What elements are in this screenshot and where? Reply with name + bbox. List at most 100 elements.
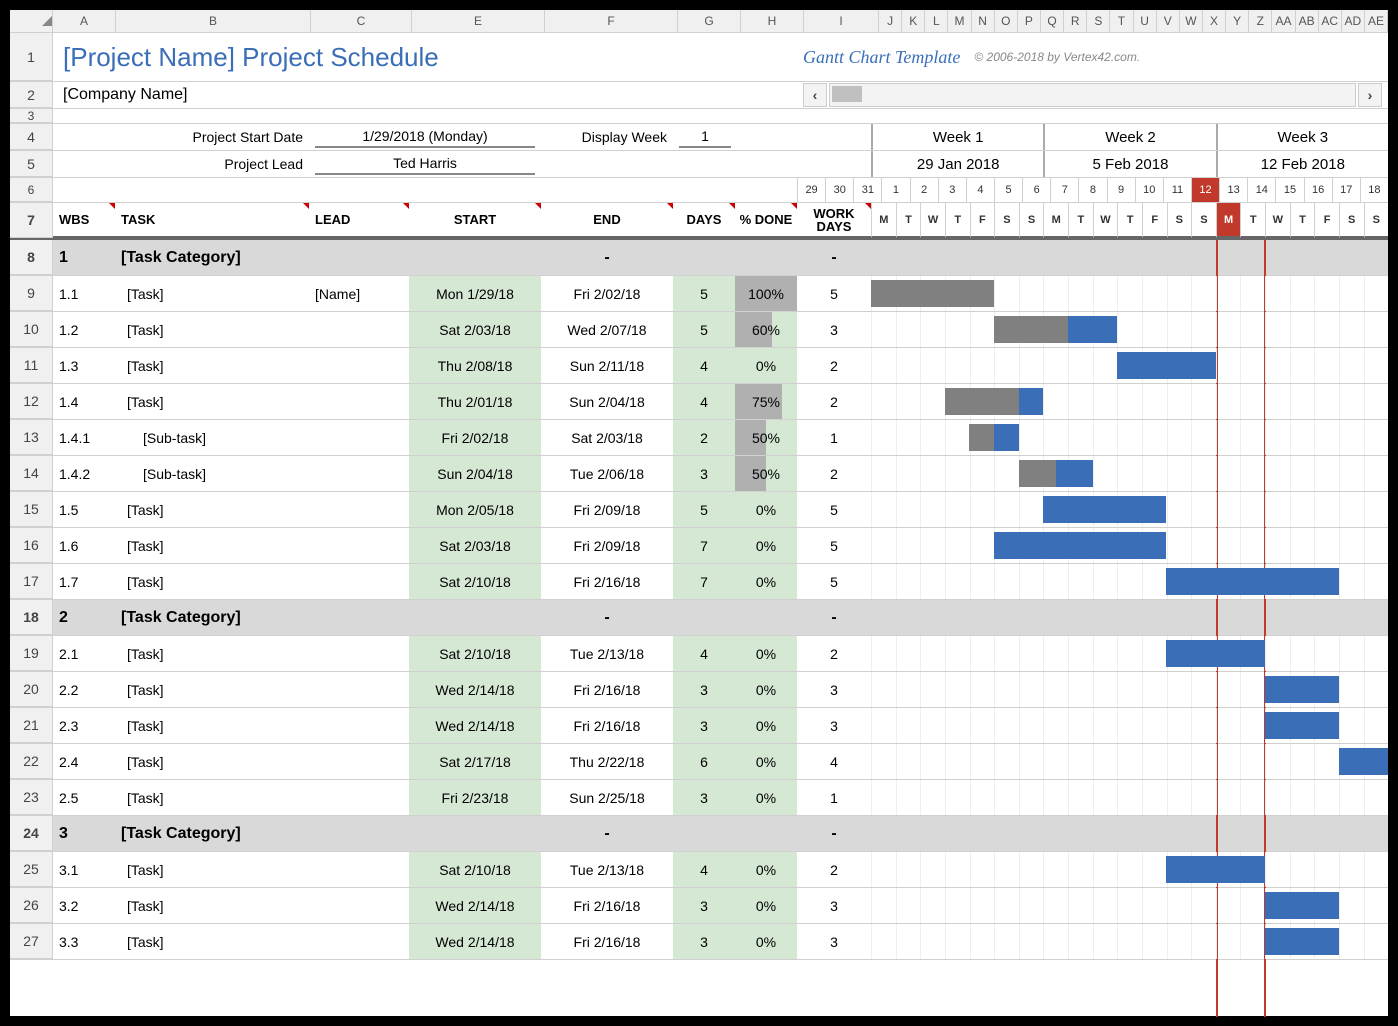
start-date-cell[interactable]: Sat 2/03/18 xyxy=(409,528,541,563)
col-header[interactable]: J xyxy=(879,10,902,32)
days-cell[interactable]: 5 xyxy=(673,492,735,527)
days-cell[interactable]: 3 xyxy=(673,888,735,923)
col-header[interactable]: X xyxy=(1203,10,1226,32)
days-cell[interactable]: 2 xyxy=(673,420,735,455)
project-lead-input[interactable] xyxy=(315,153,535,175)
row-header[interactable]: 12 xyxy=(10,384,53,419)
days-cell[interactable]: 3 xyxy=(673,780,735,815)
lead-cell[interactable] xyxy=(309,312,409,347)
gantt-bar[interactable] xyxy=(969,424,1018,451)
lead-cell[interactable] xyxy=(309,888,409,923)
task-name-cell[interactable]: [Task] xyxy=(115,744,309,779)
days-cell[interactable]: 3 xyxy=(673,456,735,491)
row-header[interactable]: 25 xyxy=(10,852,53,887)
col-header[interactable]: U xyxy=(1134,10,1157,32)
wbs-cell[interactable]: 1.1 xyxy=(53,276,115,311)
pct-done-cell[interactable]: 0% xyxy=(735,852,797,887)
gantt-bar[interactable] xyxy=(1117,352,1215,379)
end-date-cell[interactable]: Sun 2/11/18 xyxy=(541,348,673,383)
pct-done-cell[interactable]: 0% xyxy=(735,888,797,923)
workdays-cell[interactable]: 3 xyxy=(797,672,871,707)
pct-done-cell[interactable]: 0% xyxy=(735,492,797,527)
row-header[interactable]: 16 xyxy=(10,528,53,563)
lead-cell[interactable] xyxy=(309,564,409,599)
col-header[interactable]: R xyxy=(1064,10,1087,32)
task-name-cell[interactable]: [Sub-task] xyxy=(115,456,309,491)
col-header[interactable]: L xyxy=(925,10,948,32)
col-header[interactable]: AA xyxy=(1272,10,1295,32)
wbs-cell[interactable]: 1.4 xyxy=(53,384,115,419)
hdr-pct[interactable]: % DONE xyxy=(735,203,797,238)
lead-cell[interactable] xyxy=(309,456,409,491)
lead-cell[interactable]: [Name] xyxy=(309,276,409,311)
task-name-cell[interactable]: [Task] xyxy=(115,384,309,419)
hdr-end[interactable]: END xyxy=(541,203,673,238)
days-cell[interactable]: 4 xyxy=(673,636,735,671)
end-date-cell[interactable]: Sun 2/25/18 xyxy=(541,780,673,815)
row-header[interactable]: 27 xyxy=(10,924,53,959)
wbs-cell[interactable]: 1.4.1 xyxy=(53,420,115,455)
workdays-cell[interactable]: 5 xyxy=(797,276,871,311)
wbs-cell[interactable]: 2.4 xyxy=(53,744,115,779)
start-date-cell[interactable]: Wed 2/14/18 xyxy=(409,924,541,959)
row-header[interactable]: 4 xyxy=(10,124,53,150)
display-week-input[interactable] xyxy=(679,126,731,148)
days-cell[interactable]: 4 xyxy=(673,384,735,419)
pct-done-cell[interactable]: 75% xyxy=(735,384,797,419)
col-header[interactable]: T xyxy=(1110,10,1133,32)
row-header[interactable]: 26 xyxy=(10,888,53,923)
col-header[interactable]: C xyxy=(311,10,412,32)
start-date-cell[interactable]: Mon 2/05/18 xyxy=(409,492,541,527)
lead-cell[interactable] xyxy=(309,852,409,887)
workdays-cell[interactable]: 4 xyxy=(797,744,871,779)
pct-done-cell[interactable]: 0% xyxy=(735,348,797,383)
pct-done-cell[interactable]: 60% xyxy=(735,312,797,347)
row-header[interactable]: 14 xyxy=(10,456,53,491)
wbs-cell[interactable]: 2.1 xyxy=(53,636,115,671)
wbs-cell[interactable]: 3.2 xyxy=(53,888,115,923)
end-date-cell[interactable]: Fri 2/09/18 xyxy=(541,528,673,563)
start-date-cell[interactable]: Fri 2/23/18 xyxy=(409,780,541,815)
days-cell[interactable]: 6 xyxy=(673,744,735,779)
row-header[interactable]: 23 xyxy=(10,780,53,815)
wbs-cell[interactable]: 2.2 xyxy=(53,672,115,707)
end-date-cell[interactable]: Tue 2/13/18 xyxy=(541,852,673,887)
col-header[interactable]: AB xyxy=(1296,10,1319,32)
end-date-cell[interactable]: Fri 2/16/18 xyxy=(541,564,673,599)
scroll-track[interactable] xyxy=(829,83,1356,107)
task-name-cell[interactable]: [Task] xyxy=(115,852,309,887)
gantt-bar[interactable] xyxy=(945,388,1043,415)
workdays-cell[interactable]: 3 xyxy=(797,708,871,743)
row-header[interactable]: 3 xyxy=(10,109,53,123)
gantt-bar[interactable] xyxy=(1265,928,1339,955)
pct-done-cell[interactable]: 0% xyxy=(735,744,797,779)
pct-done-cell[interactable]: 50% xyxy=(735,456,797,491)
wbs-cell[interactable]: 1.2 xyxy=(53,312,115,347)
row-header[interactable]: 13 xyxy=(10,420,53,455)
col-header[interactable]: S xyxy=(1087,10,1110,32)
row-header[interactable]: 11 xyxy=(10,348,53,383)
lead-cell[interactable] xyxy=(309,708,409,743)
workdays-cell[interactable]: 2 xyxy=(797,852,871,887)
col-header[interactable]: Z xyxy=(1249,10,1272,32)
end-date-cell[interactable]: Wed 2/07/18 xyxy=(541,312,673,347)
row-header[interactable]: 17 xyxy=(10,564,53,599)
pct-done-cell[interactable]: 100% xyxy=(735,276,797,311)
row-header[interactable]: 15 xyxy=(10,492,53,527)
days-cell[interactable]: 7 xyxy=(673,564,735,599)
start-date-cell[interactable]: Wed 2/14/18 xyxy=(409,708,541,743)
col-header[interactable]: Y xyxy=(1226,10,1249,32)
end-cell[interactable]: - xyxy=(541,600,673,635)
task-category-cell[interactable]: [Task Category] xyxy=(115,816,309,851)
pct-done-cell[interactable]: 0% xyxy=(735,528,797,563)
workdays-cell[interactable]: - xyxy=(797,600,871,635)
days-cell[interactable]: 4 xyxy=(673,852,735,887)
pct-done-cell[interactable]: 0% xyxy=(735,636,797,671)
workdays-cell[interactable]: 5 xyxy=(797,492,871,527)
task-name-cell[interactable]: [Task] xyxy=(115,492,309,527)
workdays-cell[interactable]: - xyxy=(797,240,871,275)
task-name-cell[interactable]: [Task] xyxy=(115,708,309,743)
col-header[interactable]: E xyxy=(412,10,545,32)
start-date-cell[interactable]: Wed 2/14/18 xyxy=(409,672,541,707)
end-date-cell[interactable]: Tue 2/13/18 xyxy=(541,636,673,671)
